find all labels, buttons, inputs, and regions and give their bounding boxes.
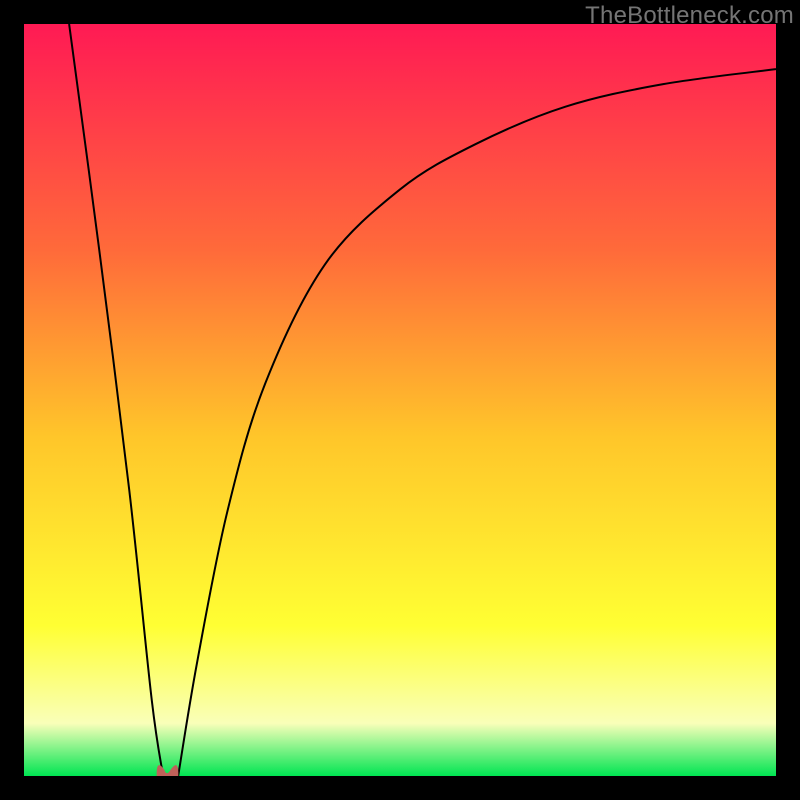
watermark-text: TheBottleneck.com — [585, 2, 794, 30]
chart-svg — [24, 24, 776, 776]
chart-frame: TheBottleneck.com — [0, 0, 800, 800]
plot-area — [24, 24, 776, 776]
gradient-background — [24, 24, 776, 776]
